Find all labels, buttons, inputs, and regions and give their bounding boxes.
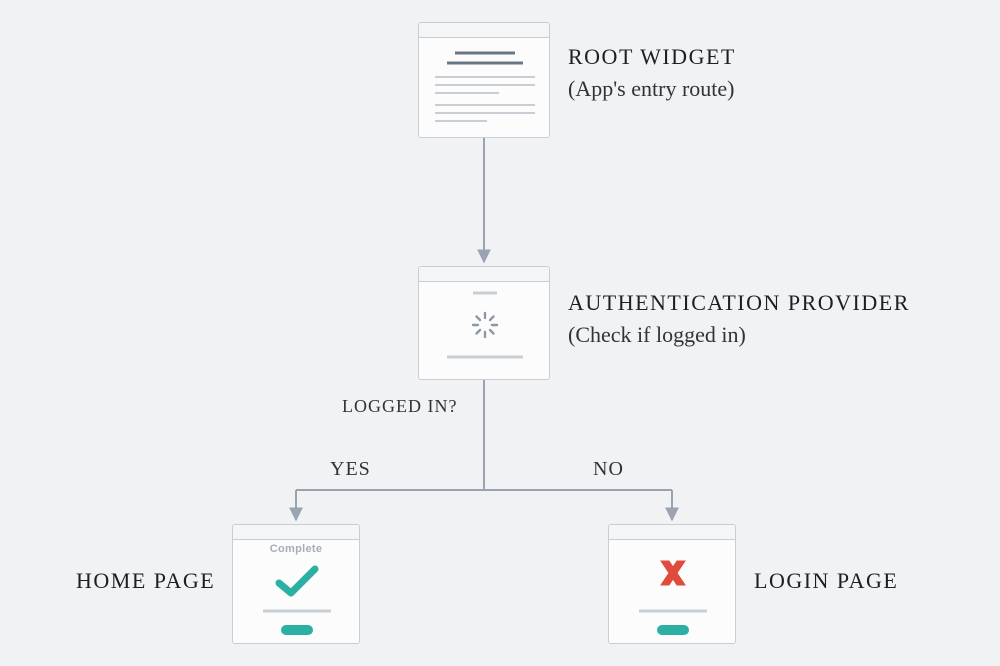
- window-chrome: [419, 23, 549, 38]
- card-footer-lines: [609, 605, 737, 645]
- decision-question: LOGGED IN?: [342, 396, 457, 417]
- loading-spinner-icon: [419, 281, 551, 381]
- root-node: [418, 22, 550, 138]
- document-icon: [431, 47, 539, 131]
- card-footer-lines: [233, 605, 361, 645]
- complete-badge: Complete: [233, 543, 359, 555]
- auth-title: AUTHENTICATION PROVIDER: [568, 290, 910, 316]
- home-node: Complete: [232, 524, 360, 644]
- branch-yes-label: YES: [330, 458, 371, 481]
- window-chrome: [419, 267, 549, 282]
- checkmark-icon: [273, 561, 321, 601]
- window-chrome: [609, 525, 735, 540]
- x-icon: [657, 557, 689, 589]
- home-title: HOME PAGE: [76, 568, 215, 594]
- auth-subtitle: (Check if logged in): [568, 322, 746, 348]
- window-chrome: [233, 525, 359, 540]
- login-title: LOGIN PAGE: [754, 568, 898, 594]
- root-title: ROOT WIDGET: [568, 44, 736, 70]
- branch-no-label: NO: [593, 458, 624, 481]
- login-node: [608, 524, 736, 644]
- auth-node: [418, 266, 550, 380]
- root-subtitle: (App's entry route): [568, 76, 734, 102]
